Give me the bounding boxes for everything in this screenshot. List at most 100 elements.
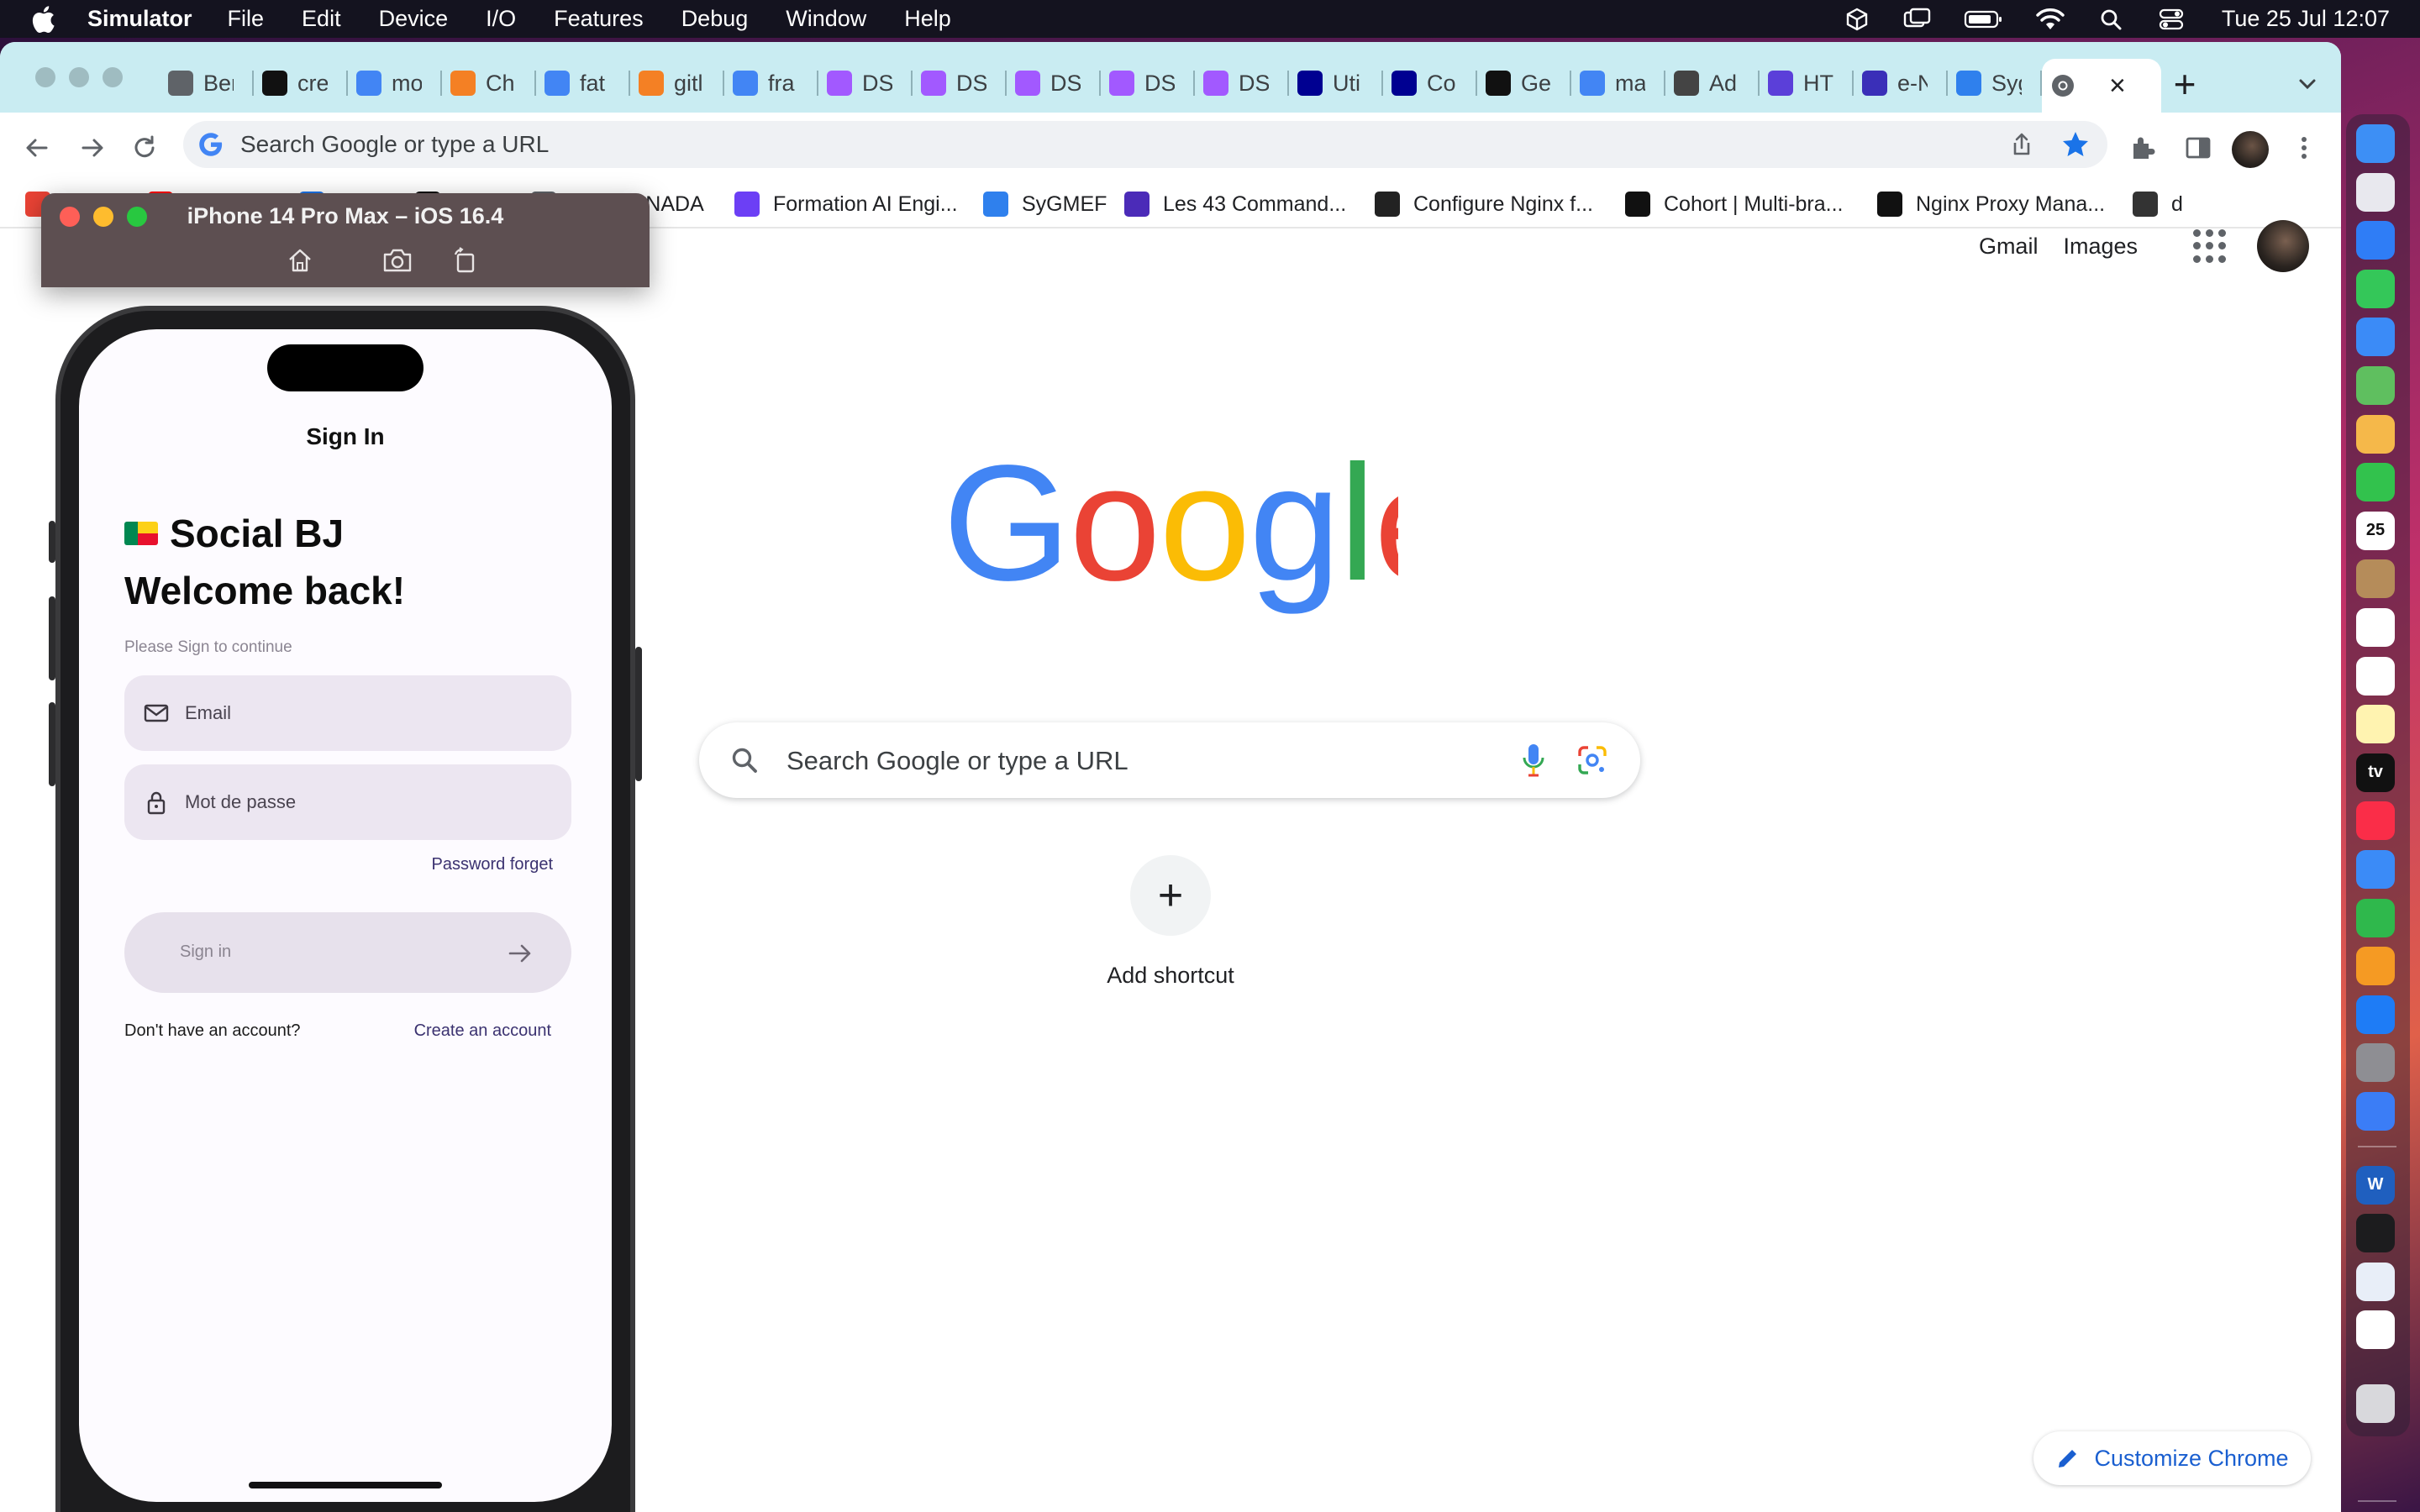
apple-menu-icon[interactable] [30, 5, 59, 34]
close-tab-icon[interactable]: × [2109, 70, 2126, 102]
browser-tab[interactable]: HT [1760, 59, 1854, 108]
simulator-icon[interactable] [2356, 1262, 2395, 1301]
menu-window[interactable]: Window [786, 6, 866, 32]
calendar-icon[interactable]: 25 [2356, 511, 2395, 550]
battery-icon[interactable] [1963, 7, 2005, 32]
browser-tab[interactable]: DS [818, 59, 913, 108]
google-lens-icon[interactable] [1576, 744, 1608, 776]
messages-icon[interactable] [2356, 269, 2395, 308]
sign-in-button[interactable]: Sign in [124, 912, 571, 993]
menu-app-name[interactable]: Simulator [87, 6, 192, 32]
wifi-icon[interactable] [2035, 7, 2065, 32]
browser-tab[interactable]: DS [1195, 59, 1289, 108]
browser-tab[interactable]: gitl [630, 59, 724, 108]
bookmark-star-icon[interactable] [2060, 129, 2091, 160]
new-tab-button[interactable]: + [2160, 59, 2210, 109]
google-account-avatar[interactable] [2257, 220, 2309, 272]
screenshot-camera-icon[interactable] [381, 244, 414, 277]
bookmark-item[interactable]: d [2133, 192, 2183, 217]
trash-icon[interactable] [2356, 1384, 2395, 1423]
browser-tab[interactable]: fat [536, 59, 630, 108]
spotlight-search-icon[interactable] [2096, 7, 2126, 32]
notes-icon[interactable] [2356, 705, 2395, 744]
browser-tab[interactable]: DS [913, 59, 1007, 108]
minimize-window-button[interactable] [69, 67, 89, 87]
browser-tab[interactable]: fra [724, 59, 818, 108]
browser-tab[interactable]: DS [1007, 59, 1101, 108]
appstore-icon[interactable] [2356, 995, 2395, 1034]
photos-icon[interactable] [2356, 414, 2395, 454]
google-search-box[interactable]: Search Google or type a URL [699, 722, 1640, 798]
browser-tab[interactable]: Ch [442, 59, 536, 108]
mail-icon[interactable] [2356, 318, 2395, 357]
browser-tab[interactable]: DS [1101, 59, 1195, 108]
menu-help[interactable]: Help [904, 6, 951, 32]
forgot-password-link[interactable]: Password forget [431, 855, 553, 874]
menu-features[interactable]: Features [554, 6, 644, 32]
facetime-icon[interactable] [2356, 463, 2395, 502]
menu-file[interactable]: File [228, 6, 265, 32]
finder-icon[interactable] [2356, 124, 2395, 163]
browser-tab[interactable]: e-N [1854, 59, 1948, 108]
menu-edit[interactable]: Edit [302, 6, 341, 32]
extensions-icon[interactable] [2126, 129, 2160, 166]
numbers-icon[interactable] [2356, 898, 2395, 937]
browser-tab[interactable]: mo [348, 59, 442, 108]
menu-device[interactable]: Device [379, 6, 449, 32]
rotate-device-icon[interactable] [448, 244, 481, 277]
screen-mirroring-icon[interactable] [1902, 7, 1933, 32]
reminders-icon[interactable] [2356, 656, 2395, 696]
home-icon[interactable] [283, 244, 317, 277]
appletv-icon[interactable]: tv [2356, 753, 2395, 792]
side-button[interactable] [635, 647, 642, 781]
browser-tab[interactable]: Syg [1948, 59, 2042, 108]
browser-tab[interactable]: Uti [1289, 59, 1383, 108]
side-panel-icon[interactable] [2181, 129, 2215, 166]
close-window-button[interactable] [35, 67, 55, 87]
share-icon[interactable] [2008, 131, 2035, 158]
email-field[interactable]: Email [124, 675, 571, 751]
menu-io[interactable]: I/O [486, 6, 516, 32]
chrome-icon[interactable] [2356, 1310, 2395, 1350]
customize-chrome-button[interactable]: Customize Chrome [2033, 1431, 2311, 1485]
bookmark-item[interactable]: Cohort | Multi-bra... [1625, 192, 1844, 217]
reload-button[interactable] [128, 131, 161, 165]
tab-search-chevron-icon[interactable] [2291, 67, 2324, 101]
voice-search-icon[interactable] [1521, 743, 1546, 778]
word-icon[interactable]: W [2356, 1165, 2395, 1205]
add-shortcut-label[interactable]: Add shortcut [1050, 963, 1291, 989]
create-account-link[interactable]: Create an account [414, 1021, 551, 1041]
browser-tab[interactable]: ma [1571, 59, 1665, 108]
music-icon[interactable] [2356, 801, 2395, 841]
profile-avatar[interactable] [2232, 131, 2269, 168]
browser-tab[interactable]: Ge [1477, 59, 1571, 108]
mute-switch[interactable] [49, 521, 55, 563]
system-settings-icon[interactable] [2356, 1043, 2395, 1083]
chrome-menu-icon[interactable] [2287, 129, 2321, 166]
safari-icon[interactable] [2356, 221, 2395, 260]
forward-button[interactable] [76, 131, 109, 165]
omnibox[interactable]: Search Google or type a URL [183, 121, 2107, 168]
control-center-icon[interactable] [2156, 7, 2186, 32]
keynote-icon[interactable] [2356, 850, 2395, 889]
pages-icon[interactable] [2356, 947, 2395, 986]
browser-tab[interactable]: Ber [160, 59, 254, 108]
add-shortcut-button[interactable]: + [1130, 855, 1211, 936]
volume-down-button[interactable] [49, 702, 55, 786]
active-tab[interactable]: × [2042, 59, 2161, 113]
bookmark-item[interactable]: Les 43 Command... [1124, 192, 1346, 217]
images-link[interactable]: Images [2063, 234, 2138, 260]
google-apps-icon[interactable] [2193, 229, 2227, 263]
browser-tab[interactable]: cre [254, 59, 348, 108]
zoom-window-button[interactable] [103, 67, 123, 87]
browser-tab[interactable]: Co [1383, 59, 1477, 108]
back-button[interactable] [20, 131, 54, 165]
activity-monitor-icon[interactable] [2356, 1214, 2395, 1253]
menu-debug[interactable]: Debug [681, 6, 749, 32]
bookmark-item[interactable]: SyGMEF [983, 192, 1107, 217]
volume-up-button[interactable] [49, 596, 55, 680]
box-status-icon[interactable] [1842, 7, 1872, 32]
browser-tab[interactable]: Ad [1665, 59, 1760, 108]
home-indicator[interactable] [249, 1482, 442, 1488]
bookmark-item[interactable]: Nginx Proxy Mana... [1877, 192, 2105, 217]
